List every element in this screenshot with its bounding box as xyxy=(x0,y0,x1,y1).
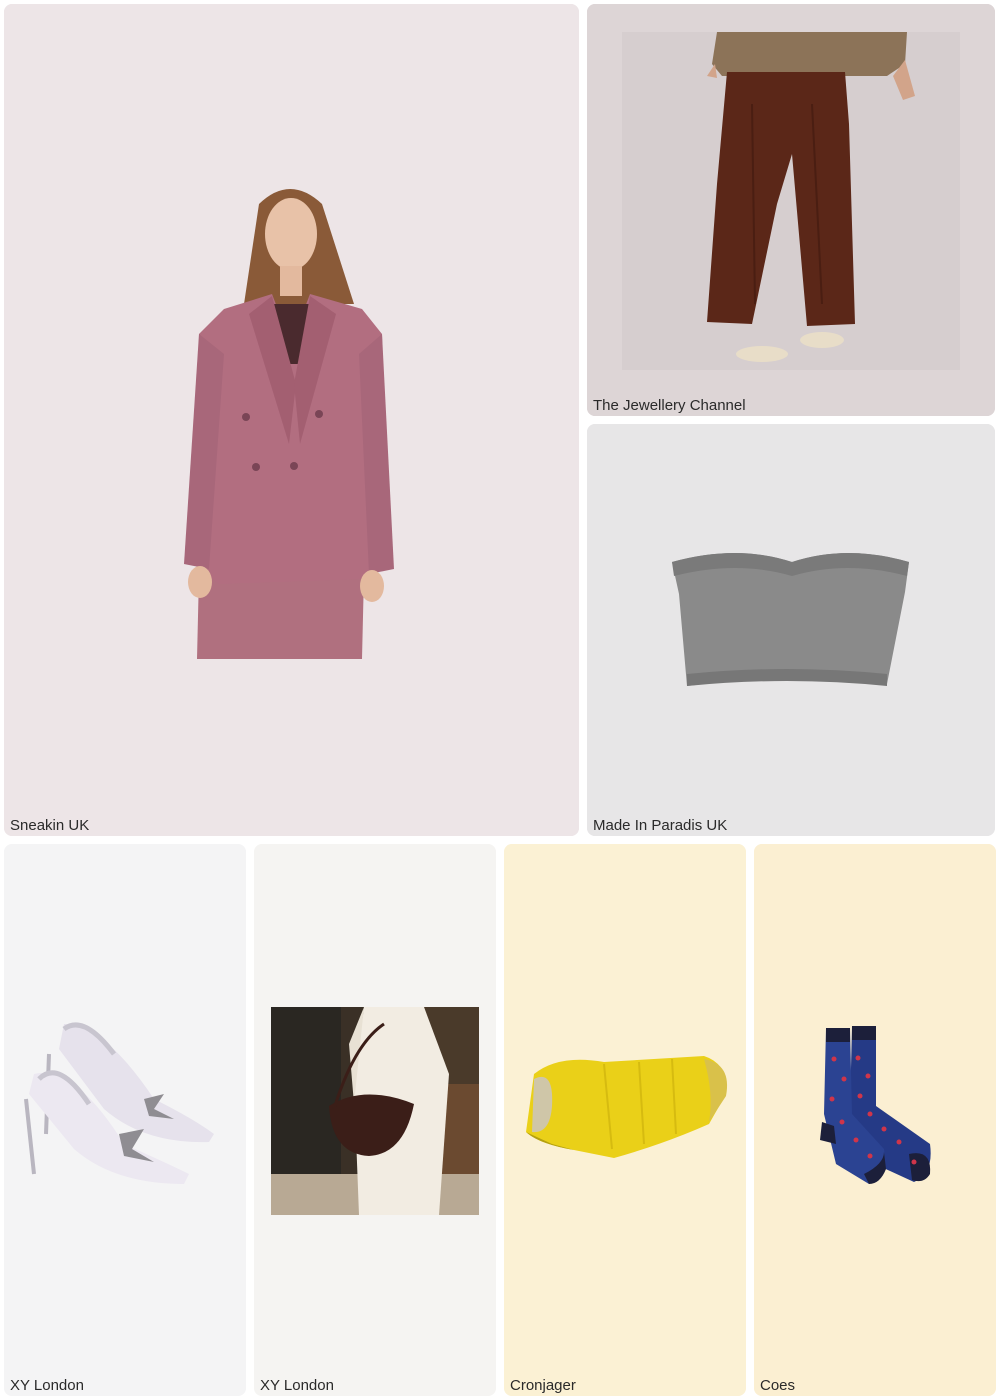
product-card-heels[interactable]: XY London xyxy=(4,844,246,1396)
seller-name: Made In Paradis UK xyxy=(593,817,728,834)
dog-coat-product-image xyxy=(504,844,746,1396)
seller-name: XY London xyxy=(260,1377,334,1394)
bandeau-product-image xyxy=(587,424,995,836)
seller-name: Sneakin UK xyxy=(10,817,90,834)
socks-product-image xyxy=(754,844,996,1396)
product-card-dog-coat[interactable]: Cronjager xyxy=(504,844,746,1396)
product-card-blazer[interactable]: Sneakin UK xyxy=(4,4,579,836)
seller-name: Cronjager xyxy=(510,1377,576,1394)
blazer-product-image xyxy=(4,4,579,836)
product-card-trousers[interactable]: The Jewellery Channel xyxy=(587,4,995,416)
seller-name: The Jewellery Channel xyxy=(593,397,746,414)
product-card-bag[interactable]: XY London xyxy=(254,844,496,1396)
product-card-bandeau[interactable]: Made In Paradis UK xyxy=(587,424,995,836)
heels-product-image xyxy=(4,844,246,1396)
seller-name: Coes xyxy=(760,1377,796,1394)
trousers-product-image xyxy=(587,4,995,416)
bag-product-image xyxy=(254,844,496,1396)
seller-name: XY London xyxy=(10,1377,84,1394)
product-card-socks[interactable]: Coes xyxy=(754,844,996,1396)
